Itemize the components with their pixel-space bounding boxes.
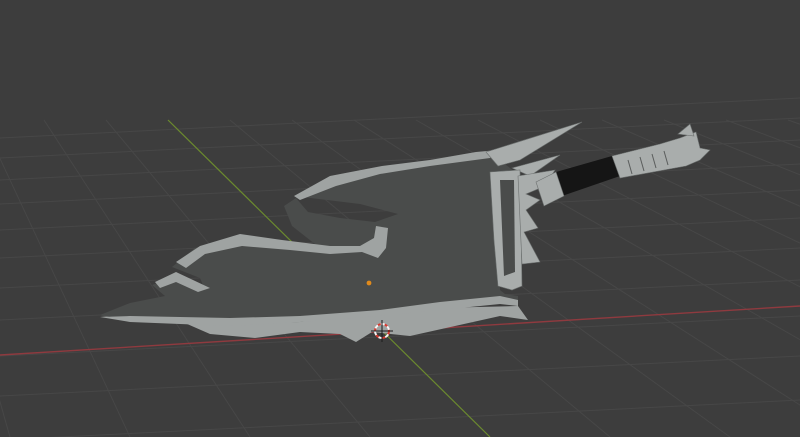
- axe-handle-wrap: [556, 156, 620, 196]
- grid-line: [49, 399, 800, 437]
- axe-top-spike: [485, 121, 583, 167]
- grid-line: [0, 157, 131, 437]
- object-origin-dot: [366, 280, 372, 286]
- 3d-viewport[interactable]: [0, 0, 800, 437]
- grid-line: [787, 119, 800, 125]
- viewport-canvas[interactable]: [0, 0, 800, 437]
- grid-line: [0, 355, 800, 397]
- mesh-object-axe[interactable]: [100, 121, 711, 342]
- axe-blade: [100, 152, 518, 324]
- grid-line: [0, 399, 11, 437]
- axe-pommel-spike: [677, 123, 695, 137]
